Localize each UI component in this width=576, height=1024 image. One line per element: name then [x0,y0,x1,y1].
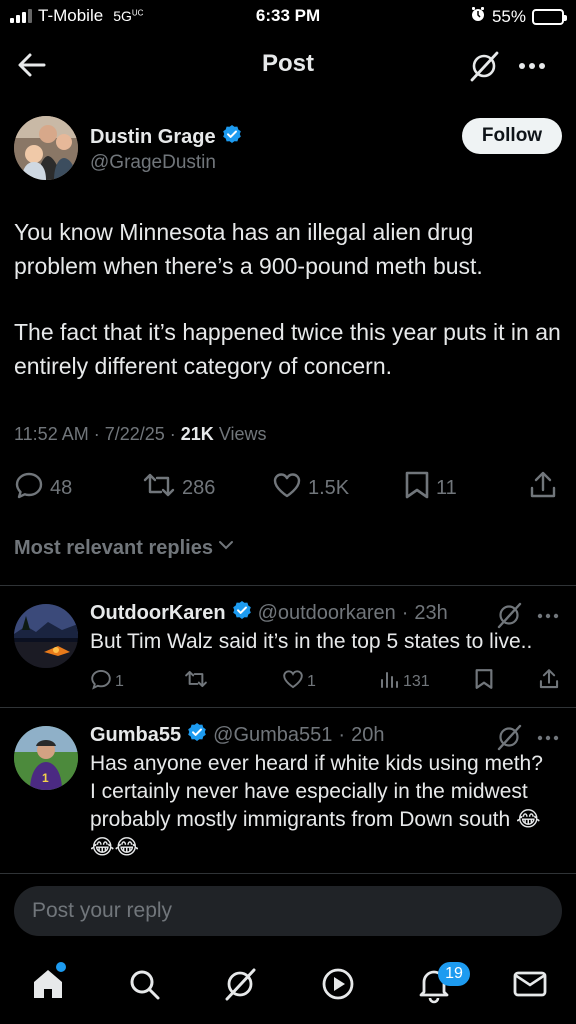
views-action[interactable]: 131 [378,668,430,695]
post-paragraph: The fact that it’s happened twice this y… [14,319,561,379]
grok-icon[interactable] [494,600,524,630]
reply-author-name[interactable]: Gumba55 [90,724,181,747]
repost-count: 286 [182,476,216,499]
divider [0,873,576,874]
post-meta: 11:52 AM · 7/22/25 · 21K Views [14,424,267,444]
reply-text: Has anyone ever heard if white kids usin… [90,752,543,859]
alarm-icon [470,6,486,27]
battery-percent: 55% [491,6,526,26]
reply-author-handle[interactable]: @outdoorkaren [258,602,396,625]
reply-time: 20h [351,723,385,746]
follow-button[interactable]: Follow [462,118,562,154]
reply-header: Gumba55 @Gumba551 · 20h [90,722,384,748]
repost-icon [184,668,208,695]
repost-icon [142,470,176,506]
post-date: 7/22/25 [104,424,165,444]
reply-action[interactable]: 1 [90,668,124,695]
reply-item[interactable]: OutdoorKaren @outdoorkaren · 23h But Tim… [0,586,576,706]
reply-count: 48 [50,476,73,499]
verified-badge-icon [232,600,252,626]
reply-author-name[interactable]: OutdoorKaren [90,602,226,625]
share-action[interactable] [538,668,560,695]
reply-actions: 1 1 131 [90,668,560,694]
like-count: 1 [307,672,316,690]
reply-time: 23h [414,601,448,624]
grok-icon[interactable] [494,722,524,752]
post-time: 11:52 AM [14,424,89,444]
replies-filter[interactable]: Most relevant replies [14,536,235,560]
back-arrow-icon[interactable] [16,50,48,80]
status-right: 55% [470,6,567,27]
search-icon[interactable] [124,964,164,1004]
verified-badge-icon [187,722,207,748]
reply-author-handle[interactable]: @Gumba551 [213,724,332,747]
bottom-tab-bar: 19 [0,948,576,1024]
reply-icon [14,470,44,506]
video-play-icon[interactable] [318,964,358,1004]
bookmark-action[interactable]: 11 [404,470,457,506]
views-count: 131 [403,672,430,690]
bookmark-action[interactable] [474,668,494,695]
repost-action[interactable] [184,668,211,695]
views-label: Views [218,424,267,444]
svg-text:1: 1 [42,771,49,785]
bookmark-count: 11 [436,476,457,499]
mail-icon[interactable] [510,964,550,1004]
bookmark-icon [404,470,430,506]
views-count[interactable]: 21K [181,424,214,444]
bookmark-icon [474,668,494,695]
like-action[interactable]: 1 [282,668,316,695]
heart-icon [272,470,302,506]
post-paragraph: You know Minnesota has an illegal alien … [14,219,483,279]
views-chart-icon [378,668,400,695]
avatar[interactable] [14,116,78,180]
reply-text: But Tim Walz said it’s in the top 5 stat… [90,630,533,653]
battery-icon [532,8,567,25]
repost-action[interactable]: 286 [142,470,215,506]
like-action[interactable]: 1.5K [272,470,349,506]
reply-separator: · [338,723,346,746]
like-count: 1.5K [308,476,350,499]
chevron-down-icon [217,536,235,560]
share-icon [538,668,560,695]
more-options-icon[interactable] [534,724,562,752]
notifications-badge: 19 [438,962,470,986]
grok-icon[interactable] [220,964,260,1004]
post-author: Dustin Grage @GrageDustin Follow [14,116,562,184]
reply-composer[interactable] [14,886,562,936]
grok-icon[interactable] [468,50,500,82]
heart-icon [282,668,304,695]
verified-badge-icon [222,124,242,150]
reply-count: 1 [115,672,124,690]
author-handle[interactable]: @GrageDustin [90,152,216,174]
author-name[interactable]: Dustin Grage [90,124,242,150]
share-action[interactable] [528,470,558,506]
avatar[interactable] [14,604,78,668]
post-actions: 48 286 1.5K 11 [0,470,576,506]
reply-icon [90,668,112,695]
more-options-icon[interactable] [534,602,562,630]
home-notification-dot [56,962,66,972]
reply-action[interactable]: 48 [14,470,72,506]
more-options-icon[interactable] [514,50,550,82]
reply-item[interactable]: 1 Gumba55 @Gumba551 · 20h Has anyone eve… [0,708,576,873]
share-icon [528,470,558,506]
top-nav: Post [0,36,576,94]
status-bar: T-Mobile 5GUC 6:33 PM 55% [0,0,576,34]
reply-header: OutdoorKaren @outdoorkaren · 23h [90,600,448,626]
post-text: You know Minnesota has an illegal alien … [14,215,562,383]
reply-separator: · [401,601,409,624]
avatar[interactable]: 1 [14,726,78,790]
reply-input[interactable] [14,886,562,936]
